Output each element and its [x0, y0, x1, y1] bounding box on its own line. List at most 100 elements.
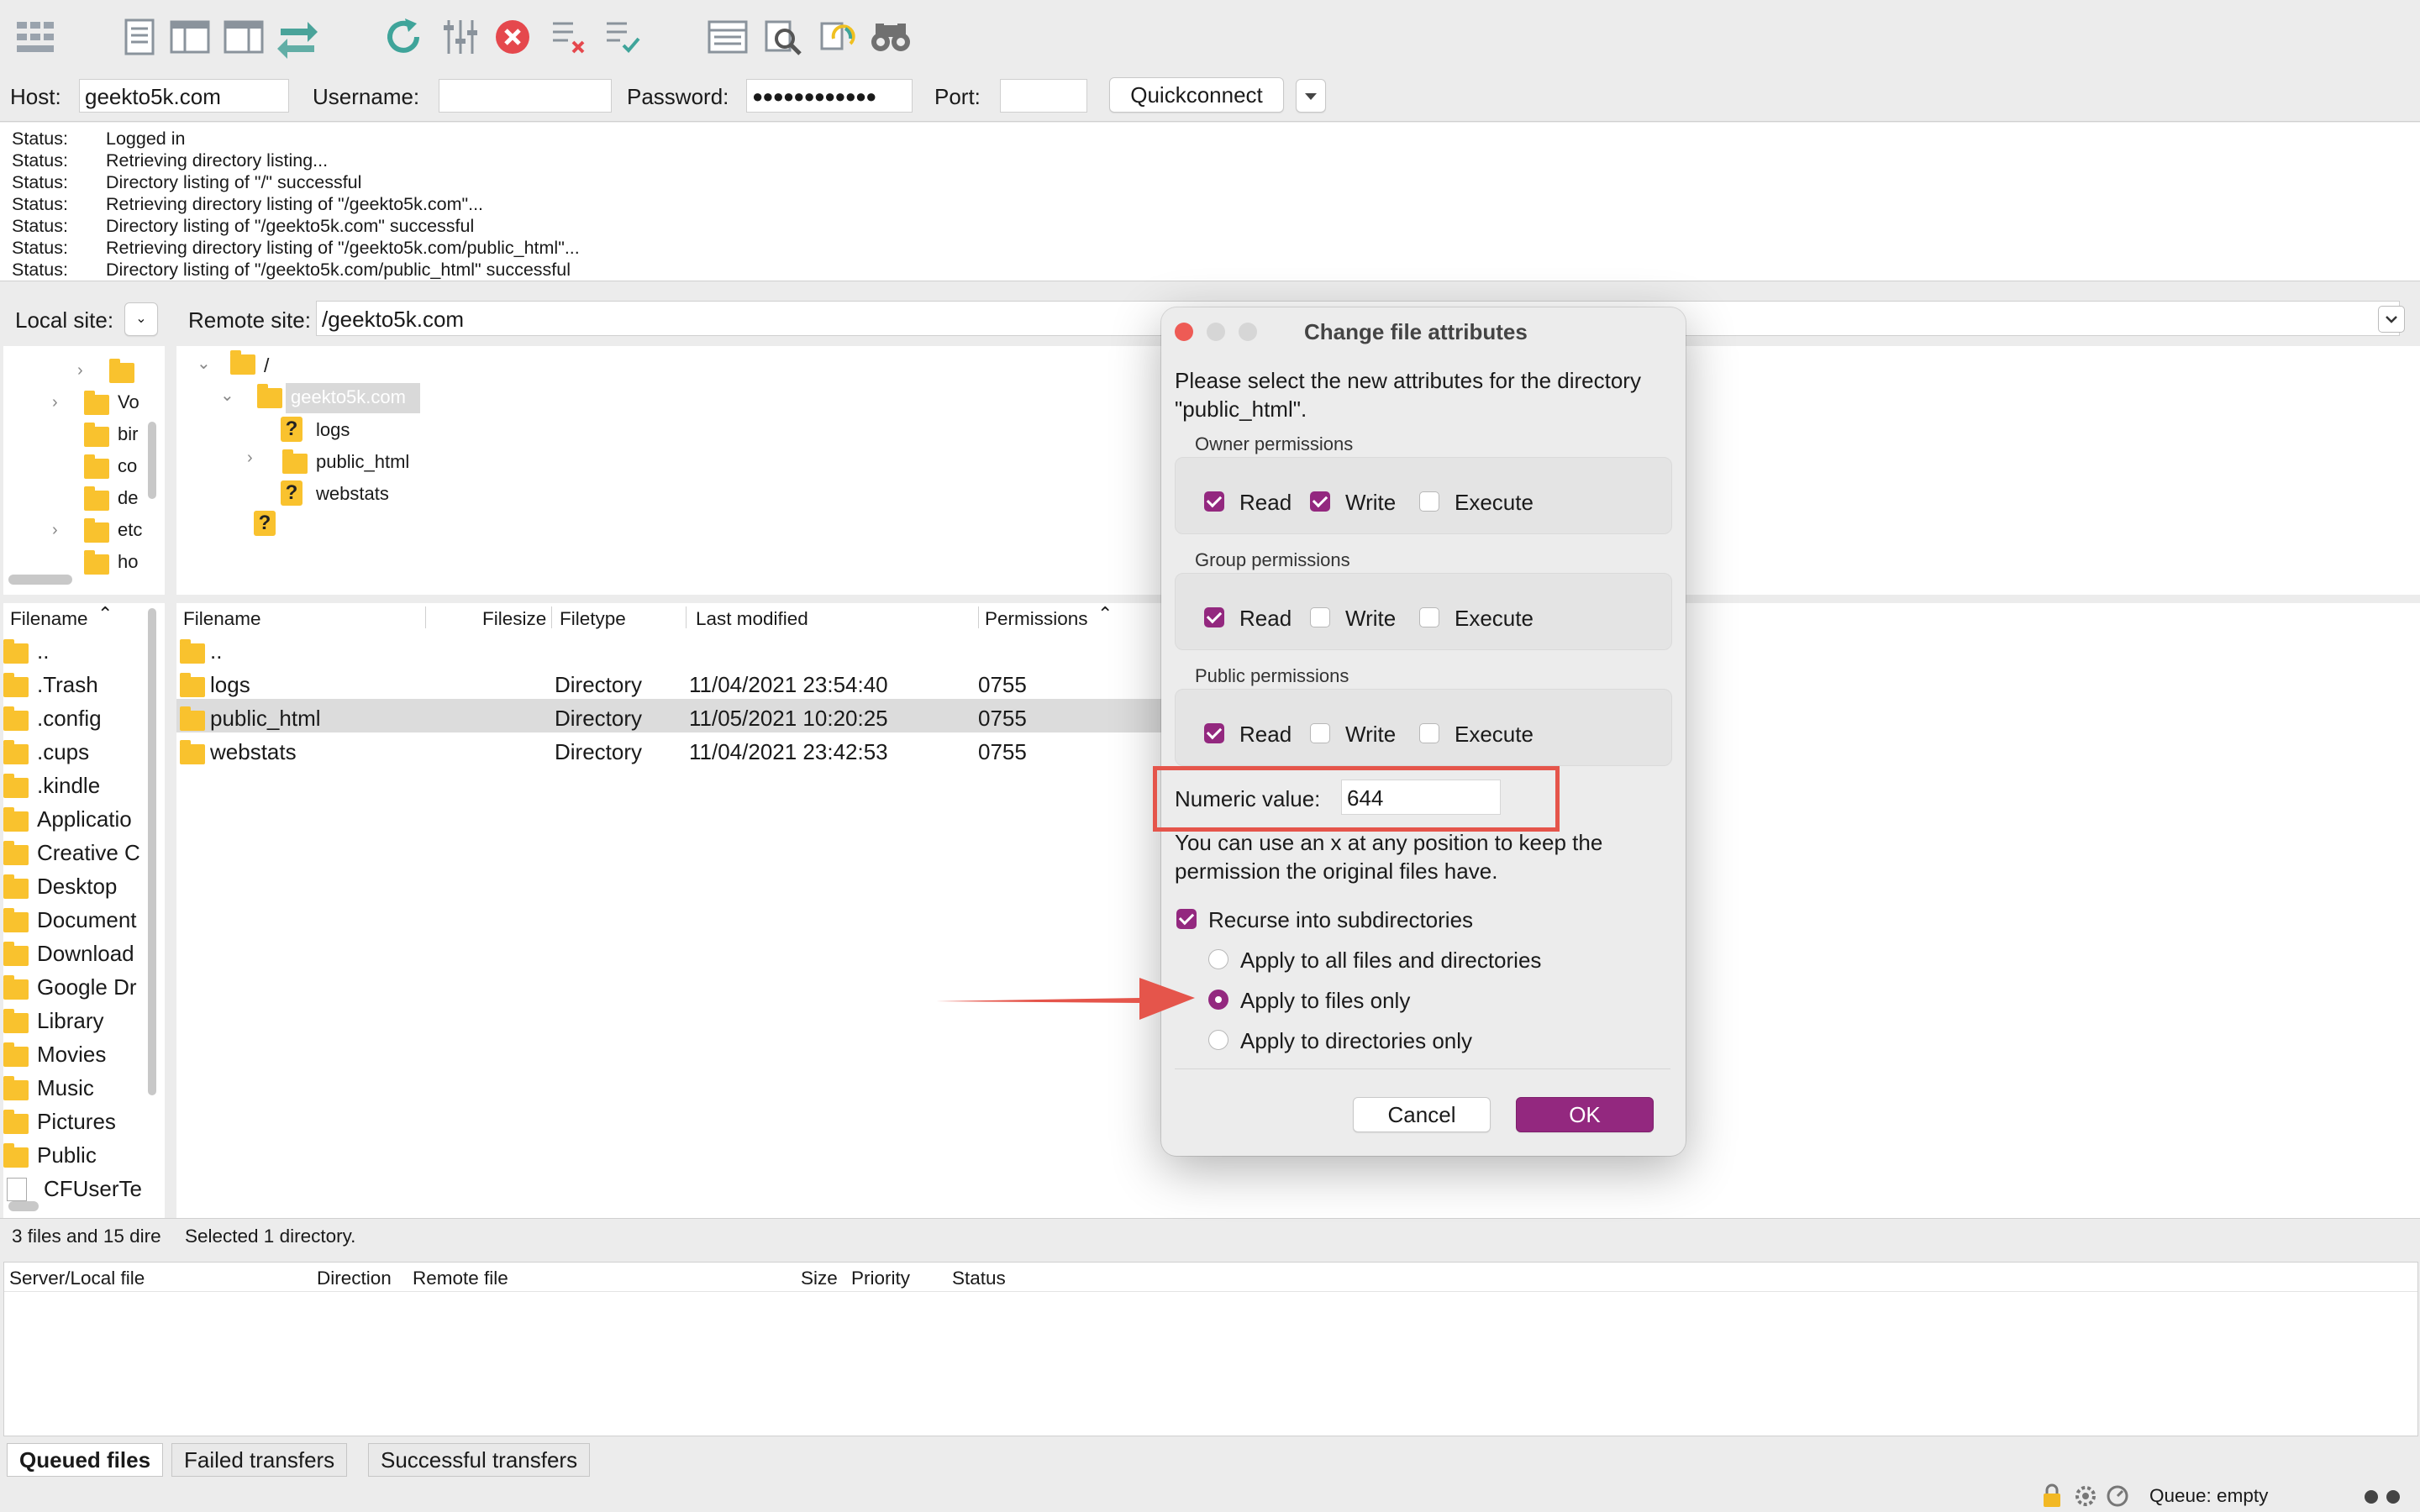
cancel-button[interactable]: Cancel — [1353, 1097, 1491, 1132]
local-tree-item[interactable]: ho — [118, 551, 138, 573]
tab-failed-transfers[interactable]: Failed transfers — [171, 1443, 348, 1477]
queue-status-text: Queue: empty — [2149, 1485, 2269, 1506]
directory-comparison-icon[interactable] — [704, 13, 751, 60]
local-filename-header[interactable]: Filename — [10, 608, 88, 630]
transfer-queue-icon[interactable] — [274, 13, 321, 60]
apply-files-radio[interactable] — [1208, 990, 1228, 1010]
cancel-icon[interactable] — [489, 13, 536, 60]
list-item[interactable]: Applicatio — [37, 806, 132, 832]
list-item[interactable]: Music — [37, 1075, 94, 1101]
username-label: Username: — [313, 84, 420, 109]
folder-icon — [3, 908, 29, 932]
remote-filetype-header[interactable]: Filetype — [560, 608, 626, 630]
refresh-icon[interactable] — [380, 13, 427, 60]
remote-tree-item[interactable]: public_html — [316, 451, 409, 473]
list-item[interactable]: Public — [37, 1142, 97, 1168]
ok-button[interactable]: OK — [1516, 1097, 1654, 1132]
group-write-checkbox[interactable] — [1310, 607, 1330, 627]
list-item[interactable]: .kindle — [37, 773, 100, 799]
remote-tree-selected-item[interactable]: geekto5k.com — [291, 386, 406, 408]
list-item[interactable]: .Trash — [37, 672, 98, 698]
folder-icon — [180, 673, 205, 697]
queue-size-header[interactable]: Size — [801, 1268, 838, 1289]
close-icon[interactable] — [1175, 323, 1193, 341]
owner-execute-checkbox[interactable] — [1419, 491, 1439, 512]
queue-status-header[interactable]: Status — [952, 1268, 1006, 1289]
remote-modified-header[interactable]: Last modified — [696, 608, 808, 630]
local-tree-item[interactable]: etc — [118, 519, 142, 541]
group-read-checkbox[interactable] — [1204, 607, 1224, 627]
chevron-right-icon[interactable]: › — [77, 361, 83, 381]
public-read-checkbox[interactable] — [1204, 723, 1224, 743]
chevron-down-icon[interactable]: ⌄ — [197, 353, 211, 374]
remote-site-dropdown[interactable] — [2378, 306, 2405, 333]
username-input[interactable] — [439, 79, 612, 113]
owner-read-checkbox[interactable] — [1204, 491, 1224, 512]
list-item[interactable]: Movies — [37, 1042, 106, 1068]
list-item[interactable]: .cups — [37, 739, 89, 765]
remote-filename-header[interactable]: Filename — [183, 608, 261, 630]
process-queue-icon[interactable] — [437, 13, 484, 60]
local-tree-item[interactable]: bir — [118, 423, 138, 445]
local-tree-icon[interactable] — [166, 13, 213, 60]
reconnect-icon[interactable] — [598, 13, 645, 60]
local-tree-vscrollbar[interactable] — [148, 422, 156, 499]
quickconnect-button[interactable]: Quickconnect — [1109, 77, 1284, 113]
recurse-checkbox[interactable] — [1176, 909, 1197, 929]
public-write-checkbox[interactable] — [1310, 723, 1330, 743]
apply-all-radio[interactable] — [1208, 949, 1228, 969]
chevron-right-icon[interactable]: › — [52, 521, 58, 540]
folder-icon — [3, 1042, 29, 1067]
list-item[interactable]: Google Dr — [37, 974, 137, 1000]
local-tree-item[interactable]: co — [118, 455, 137, 477]
list-item[interactable]: Document — [37, 907, 137, 933]
chevron-down-icon[interactable]: ⌄ — [220, 385, 234, 406]
password-input[interactable]: ●●●●●●●●●●●● — [746, 79, 913, 113]
queue-priority-header[interactable]: Priority — [851, 1268, 910, 1289]
list-item[interactable]: CFUserTe — [44, 1176, 142, 1202]
owner-write-label: Write — [1345, 490, 1397, 515]
queue-remote-header[interactable]: Remote file — [413, 1268, 508, 1289]
message-log-icon[interactable] — [116, 13, 163, 60]
host-input[interactable]: geekto5k.com — [79, 79, 289, 113]
remote-filesize-header[interactable]: Filesize — [482, 608, 546, 630]
list-item[interactable]: Creative C — [37, 840, 140, 866]
list-item[interactable]: Desktop — [37, 874, 117, 900]
search-icon[interactable] — [867, 13, 914, 60]
remote-permissions-header[interactable]: Permissions — [985, 608, 1088, 630]
remote-tree-item[interactable]: logs — [316, 419, 350, 441]
owner-write-checkbox[interactable] — [1310, 491, 1330, 512]
tab-queued-files[interactable]: Queued files — [7, 1443, 164, 1477]
disconnect-icon[interactable] — [544, 13, 592, 60]
speed-limit-icon — [2107, 1485, 2128, 1507]
queue-direction-header[interactable]: Direction — [317, 1268, 392, 1289]
local-tree-item[interactable]: Vo — [118, 391, 139, 413]
owner-permissions-group: Read Write Execute — [1175, 457, 1672, 534]
local-list-scrollbar[interactable] — [148, 608, 156, 1095]
port-input[interactable] — [1000, 79, 1087, 113]
chevron-right-icon[interactable]: › — [247, 449, 253, 468]
local-site-dropdown[interactable]: / ⌄ — [124, 302, 158, 336]
remote-tree-item[interactable]: webstats — [316, 483, 389, 505]
local-tree: › › Vo bir co de › etc ho — [3, 346, 165, 595]
list-item[interactable]: .config — [37, 706, 102, 732]
list-item[interactable]: .. — [37, 638, 49, 664]
group-execute-checkbox[interactable] — [1419, 607, 1439, 627]
filter-icon[interactable] — [760, 13, 807, 60]
list-item[interactable]: Download — [37, 941, 134, 967]
local-list-hscrollbar[interactable] — [8, 1201, 39, 1211]
local-tree-scrollbar[interactable] — [8, 575, 72, 585]
public-execute-checkbox[interactable] — [1419, 723, 1439, 743]
list-item[interactable]: Pictures — [37, 1109, 116, 1135]
local-tree-item[interactable]: de — [118, 487, 138, 509]
site-manager-icon[interactable] — [12, 13, 59, 60]
queue-server-local-header[interactable]: Server/Local file — [9, 1268, 145, 1289]
sync-browsing-icon[interactable] — [813, 13, 860, 60]
quickconnect-dropdown-button[interactable] — [1296, 79, 1326, 113]
list-item[interactable]: Library — [37, 1008, 103, 1034]
remote-tree-root[interactable]: / — [264, 354, 269, 377]
remote-tree-icon[interactable] — [220, 13, 267, 60]
apply-dirs-radio[interactable] — [1208, 1030, 1228, 1050]
chevron-right-icon[interactable]: › — [52, 393, 58, 412]
tab-successful-transfers[interactable]: Successful transfers — [368, 1443, 591, 1477]
